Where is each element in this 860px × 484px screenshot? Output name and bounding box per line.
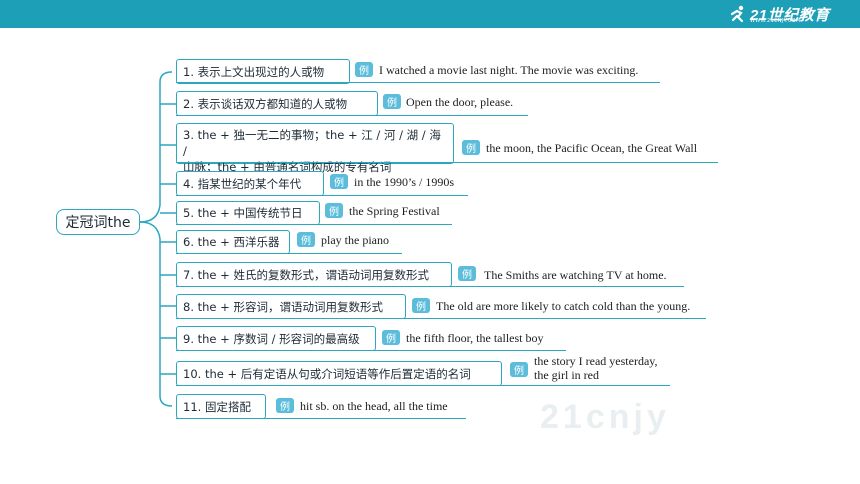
example-tag-6: 例 xyxy=(297,232,315,247)
branch-9: 9. the + 序数词 / 形容词的最高级 xyxy=(176,326,376,351)
underline-5 xyxy=(176,224,452,225)
underline-10 xyxy=(176,385,670,386)
example-2: Open the door, please. xyxy=(406,95,514,109)
branch-label: 8. the + 形容词，谓语动词用复数形式 xyxy=(183,299,383,314)
underline-9 xyxy=(176,350,566,351)
branch-5: 5. the + 中国传统节日 xyxy=(176,201,320,225)
connector-bottom xyxy=(139,221,173,407)
branch-label: 9. the + 序数词 / 形容词的最高级 xyxy=(183,331,360,346)
branch-8: 8. the + 形容词，谓语动词用复数形式 xyxy=(176,294,406,319)
branch-6: 6. the + 西洋乐器 xyxy=(176,230,290,254)
example-tag-11: 例 xyxy=(276,398,294,413)
example-tag-2: 例 xyxy=(383,94,401,109)
example-10: the story I read yesterday, the girl in … xyxy=(534,354,658,382)
branch-7: 7. the + 姓氏的复数形式，谓语动词用复数形式 xyxy=(176,262,452,287)
branch-label: 6. the + 西洋乐器 xyxy=(183,235,280,249)
example-tag-3: 例 xyxy=(462,140,480,155)
branch-label-line-1: 3. the + 独一无二的事物；the + 江 / 河 / 湖 / 海 / xyxy=(183,128,441,158)
underline-6 xyxy=(176,253,402,254)
branch-label: 11. 固定搭配 xyxy=(183,399,251,414)
example-9: the fifth floor, the tallest boy xyxy=(406,331,544,345)
branch-label: 2. 表示谈话双方都知道的人或物 xyxy=(183,96,348,111)
branch-label: 10. the + 后有定语从句或介词短语等作后置定语的名词 xyxy=(183,366,471,381)
underline-4 xyxy=(176,195,468,196)
branch-10: 10. the + 后有定语从句或介词短语等作后置定语的名词 xyxy=(176,361,502,386)
branch-1: 1. 表示上文出现过的人或物 xyxy=(176,59,350,84)
example-10-line-1: the story I read yesterday, xyxy=(534,354,658,368)
underline-3 xyxy=(176,162,718,163)
example-tag-9: 例 xyxy=(382,330,400,345)
root-node: 定冠词the xyxy=(56,209,140,235)
example-tag-4: 例 xyxy=(330,174,348,189)
example-tag-5: 例 xyxy=(325,203,343,218)
underline-1 xyxy=(176,82,660,83)
example-1: I watched a movie last night. The movie … xyxy=(379,63,639,77)
branch-label: 4. 指某世纪的某个年代 xyxy=(183,176,302,191)
example-tag-10: 例 xyxy=(510,362,528,377)
underline-7 xyxy=(176,286,684,287)
connector-top xyxy=(139,71,173,223)
example-10-line-2: the girl in red xyxy=(534,368,599,382)
example-6: play the piano xyxy=(321,233,389,247)
example-11: hit sb. on the head, all the time xyxy=(300,399,448,413)
example-8: The old are more likely to catch cold th… xyxy=(436,299,691,313)
branch-label: 1. 表示上文出现过的人或物 xyxy=(183,64,325,79)
branch-3: 3. the + 独一无二的事物；the + 江 / 河 / 湖 / 海 / 山… xyxy=(176,123,454,174)
underline-11 xyxy=(176,418,466,419)
branch-label: 7. the + 姓氏的复数形式，谓语动词用复数形式 xyxy=(183,267,429,282)
example-tag-1: 例 xyxy=(355,62,373,77)
underline-2 xyxy=(176,115,528,116)
branch-4: 4. 指某世纪的某个年代 xyxy=(176,171,324,196)
branch-label: 5. the + 中国传统节日 xyxy=(183,206,303,220)
example-tag-8: 例 xyxy=(412,298,430,313)
underline-8 xyxy=(176,318,706,319)
branch-2: 2. 表示谈话双方都知道的人或物 xyxy=(176,91,378,116)
example-tag-7: 例 xyxy=(458,266,476,281)
branch-11: 11. 固定搭配 xyxy=(176,394,266,419)
example-5: the Spring Festival xyxy=(349,204,440,218)
example-4: in the 1990’s / 1990s xyxy=(354,175,455,189)
example-7: The Smiths are watching TV at home. xyxy=(484,268,667,282)
example-3: the moon, the Pacific Ocean, the Great W… xyxy=(486,141,698,155)
